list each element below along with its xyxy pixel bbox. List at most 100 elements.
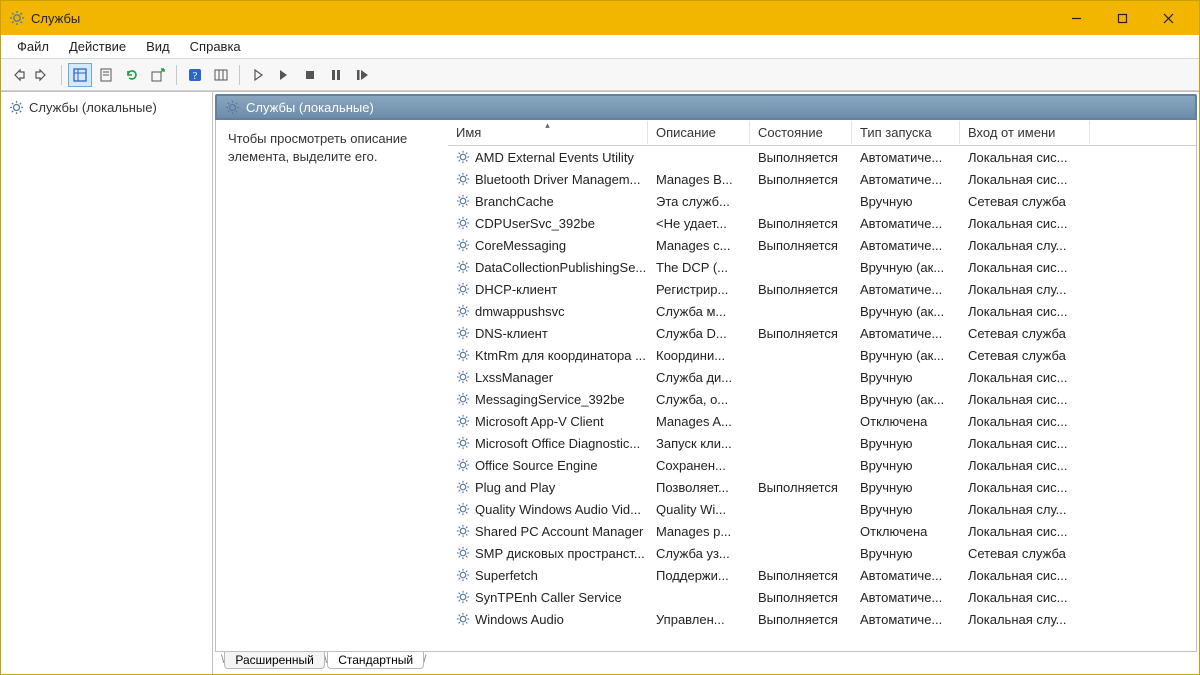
services-window: Службы Файл Действие Вид Справка ? <box>0 0 1200 675</box>
service-name: Microsoft App-V Client <box>475 414 604 429</box>
table-row[interactable]: AMD External Events UtilityВыполняетсяАв… <box>448 146 1196 168</box>
table-row[interactable]: BranchCacheЭта служб...ВручнуюСетевая сл… <box>448 190 1196 212</box>
table-row[interactable]: Microsoft Office Diagnostic... Запуск кли… <box>448 432 1196 454</box>
table-row[interactable]: Plug and PlayПозволяет...ВыполняетсяВруч… <box>448 476 1196 498</box>
toolbar-separator <box>61 65 62 85</box>
tree-item-services-local[interactable]: Службы (локальные) <box>5 98 208 117</box>
service-desc: Служба ди... <box>648 370 750 385</box>
tab-standard[interactable]: Стандартный <box>327 652 424 669</box>
table-row[interactable]: Bluetooth Driver Managem...Manages B...В… <box>448 168 1196 190</box>
table-row[interactable]: DataCollectionPublishingSe...The DCP (..… <box>448 256 1196 278</box>
table-row[interactable]: DHCP-клиентРегистрир...ВыполняетсяАвтома… <box>448 278 1196 300</box>
sort-asc-icon: ▴ <box>545 120 550 131</box>
view-tabs: \ Расширенный \ Стандартный / <box>215 652 1197 674</box>
start-all-button[interactable] <box>272 63 296 87</box>
service-logon: Локальная слу... <box>960 238 1090 253</box>
service-startup: Вручную <box>852 370 960 385</box>
menu-help[interactable]: Справка <box>180 37 251 56</box>
start-button[interactable] <box>246 63 270 87</box>
gear-icon <box>456 260 470 274</box>
table-row[interactable]: DNS-клиентСлужба D...ВыполняетсяАвтомати… <box>448 322 1196 344</box>
col-startup[interactable]: Тип запуска <box>852 121 960 144</box>
service-name: DHCP-клиент <box>475 282 557 297</box>
service-startup: Автоматиче... <box>852 568 960 583</box>
service-state: Выполняется <box>750 480 852 495</box>
properties-button[interactable] <box>94 63 118 87</box>
service-startup: Автоматиче... <box>852 238 960 253</box>
table-row[interactable]: SynTPEnh Caller ServiceВыполняетсяАвтома… <box>448 586 1196 608</box>
table-row[interactable]: KtmRm для координатора ...Координи...Вру… <box>448 344 1196 366</box>
table-row[interactable]: Quality Windows Audio Vid...Quality Wi..… <box>448 498 1196 520</box>
col-state[interactable]: Состояние <box>750 121 852 144</box>
service-startup: Вручную (ак... <box>852 260 960 275</box>
service-name: Shared PC Account Manager <box>475 524 643 539</box>
tab-extended[interactable]: Расширенный <box>224 652 325 669</box>
service-logon: Сетевая служба <box>960 546 1090 561</box>
service-desc: Эта служб... <box>648 194 750 209</box>
help-button[interactable]: ? <box>183 63 207 87</box>
service-desc: Управлен... <box>648 612 750 627</box>
gear-icon <box>456 238 470 252</box>
service-desc: The DCP (... <box>648 260 750 275</box>
service-name: Office Source Engine <box>475 458 598 473</box>
table-row[interactable]: CoreMessagingManages c...ВыполняетсяАвто… <box>448 234 1196 256</box>
table-row[interactable]: Office Source EngineСохранен...ВручнуюЛо… <box>448 454 1196 476</box>
service-desc: Служба D... <box>648 326 750 341</box>
grid-body[interactable]: AMD External Events UtilityВыполняетсяАв… <box>448 146 1196 651</box>
close-button[interactable] <box>1145 4 1191 32</box>
nav-forward-button[interactable] <box>31 63 55 87</box>
gear-icon <box>456 216 470 230</box>
service-name: dmwappushsvc <box>475 304 565 319</box>
menu-file[interactable]: Файл <box>7 37 59 56</box>
table-row[interactable]: dmwappushsvcСлужба м...Вручную (ак...Лок… <box>448 300 1196 322</box>
stop-button[interactable] <box>298 63 322 87</box>
service-name: Microsoft Office Diagnostic... <box>475 436 640 451</box>
col-name[interactable]: ▴Имя <box>448 121 648 144</box>
service-name: AMD External Events Utility <box>475 150 634 165</box>
content-area: Службы (локальные) Службы (локальные) Чт… <box>1 91 1199 674</box>
toolbar-separator <box>239 65 240 85</box>
nav-back-button[interactable] <box>5 63 29 87</box>
col-logon[interactable]: Вход от имени <box>960 121 1090 144</box>
refresh-button[interactable] <box>120 63 144 87</box>
col-desc[interactable]: Описание <box>648 121 750 144</box>
table-row[interactable]: SMP дисковых пространст...Служба уз...Вр… <box>448 542 1196 564</box>
menu-view[interactable]: Вид <box>136 37 180 56</box>
table-row[interactable]: LxssManagerСлужба ди...ВручнуюЛокальная … <box>448 366 1196 388</box>
columns-button[interactable] <box>209 63 233 87</box>
service-name: CoreMessaging <box>475 238 566 253</box>
service-startup: Вручную (ак... <box>852 392 960 407</box>
table-row[interactable]: Microsoft App-V ClientManages A...Отключ… <box>448 410 1196 432</box>
service-name: Bluetooth Driver Managem... <box>475 172 640 187</box>
service-desc: Quality Wi... <box>648 502 750 517</box>
table-row[interactable]: Shared PC Account ManagerManages p...Отк… <box>448 520 1196 542</box>
minimize-button[interactable] <box>1053 4 1099 32</box>
service-desc: Служба уз... <box>648 546 750 561</box>
gear-icon <box>456 392 470 406</box>
service-logon: Локальная слу... <box>960 282 1090 297</box>
service-name: SynTPEnh Caller Service <box>475 590 622 605</box>
service-name: Plug and Play <box>475 480 555 495</box>
pause-button[interactable] <box>324 63 348 87</box>
restart-button[interactable] <box>350 63 374 87</box>
service-desc: Регистрир... <box>648 282 750 297</box>
maximize-button[interactable] <box>1099 4 1145 32</box>
details-view-button[interactable] <box>68 63 92 87</box>
table-row[interactable]: CDPUserSvc_392be<Не удает...ВыполняетсяА… <box>448 212 1196 234</box>
service-startup: Отключена <box>852 524 960 539</box>
service-startup: Вручную (ак... <box>852 348 960 363</box>
service-logon: Локальная сис... <box>960 216 1090 231</box>
gear-icon <box>456 370 470 384</box>
export-button[interactable] <box>146 63 170 87</box>
table-row[interactable]: MessagingService_392beСлужба, о...Вручну… <box>448 388 1196 410</box>
service-startup: Вручную <box>852 458 960 473</box>
service-state: Выполняется <box>750 216 852 231</box>
table-row[interactable]: SuperfetchПоддержи...ВыполняетсяАвтомати… <box>448 564 1196 586</box>
service-desc: Запуск кли... <box>648 436 750 451</box>
gear-icon <box>456 436 470 450</box>
gear-icon <box>456 480 470 494</box>
menu-action[interactable]: Действие <box>59 37 136 56</box>
column-headers: ▴Имя Описание Состояние Тип запуска Вход… <box>448 120 1196 146</box>
table-row[interactable]: Windows AudioУправлен...ВыполняетсяАвтом… <box>448 608 1196 630</box>
service-logon: Локальная сис... <box>960 436 1090 451</box>
